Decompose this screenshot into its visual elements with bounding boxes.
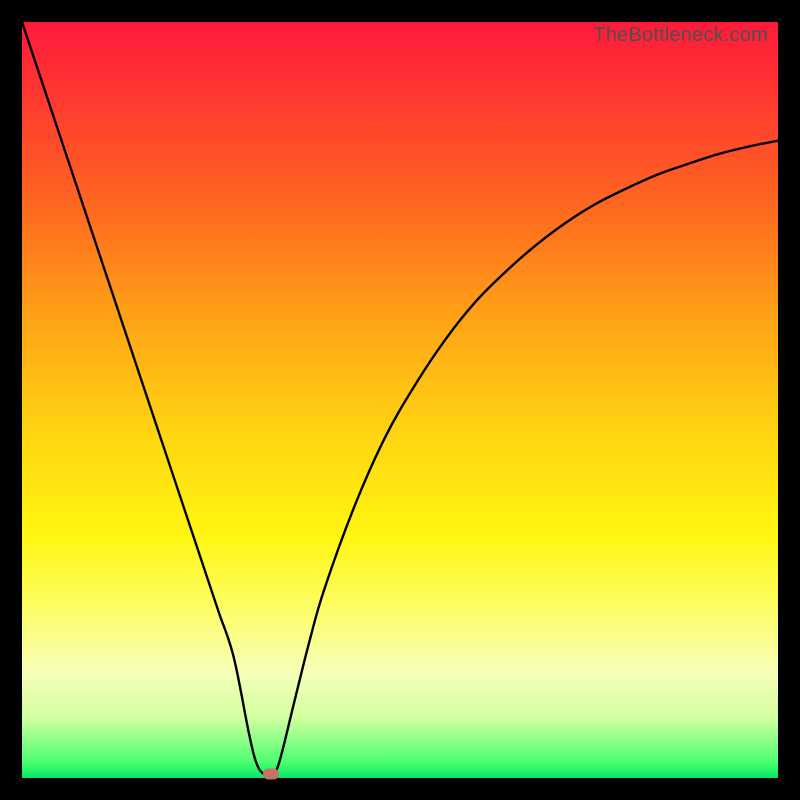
plot-area: TheBottleneck.com xyxy=(22,22,778,778)
chart-frame: TheBottleneck.com xyxy=(0,0,800,800)
bottleneck-curve xyxy=(22,22,778,778)
optimal-point-marker xyxy=(263,769,279,780)
